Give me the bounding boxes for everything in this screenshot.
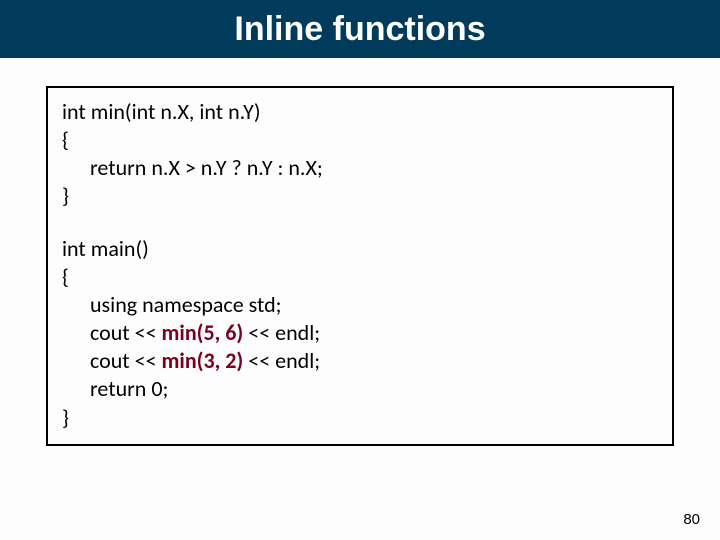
slide-title-bar: Inline functions: [0, 0, 720, 58]
code-line: cout << min(5, 6) << endl;: [62, 319, 658, 347]
code-line: using namespace std;: [62, 291, 658, 319]
code-line: int min(int n.X, int n.Y): [62, 98, 658, 126]
code-text: cout <<: [90, 319, 162, 346]
slide-title: Inline functions: [234, 10, 485, 49]
highlight-call: min(3, 2): [162, 347, 244, 374]
code-text: << endl;: [243, 347, 320, 374]
code-line: {: [62, 126, 658, 154]
code-line: int main(): [62, 235, 658, 263]
code-line: }: [62, 404, 658, 432]
code-text: cout <<: [90, 347, 162, 374]
highlight-call: min(5, 6): [162, 319, 244, 346]
code-line: return n.X > n.Y ? n.Y : n.X;: [62, 154, 658, 182]
code-line: }: [62, 182, 658, 210]
code-line: return 0;: [62, 375, 658, 403]
code-text: << endl;: [243, 319, 320, 346]
code-block: int min(int n.X, int n.Y) { return n.X >…: [46, 86, 674, 446]
code-line: cout << min(3, 2) << endl;: [62, 347, 658, 375]
code-line: {: [62, 263, 658, 291]
page-number: 80: [683, 511, 700, 528]
